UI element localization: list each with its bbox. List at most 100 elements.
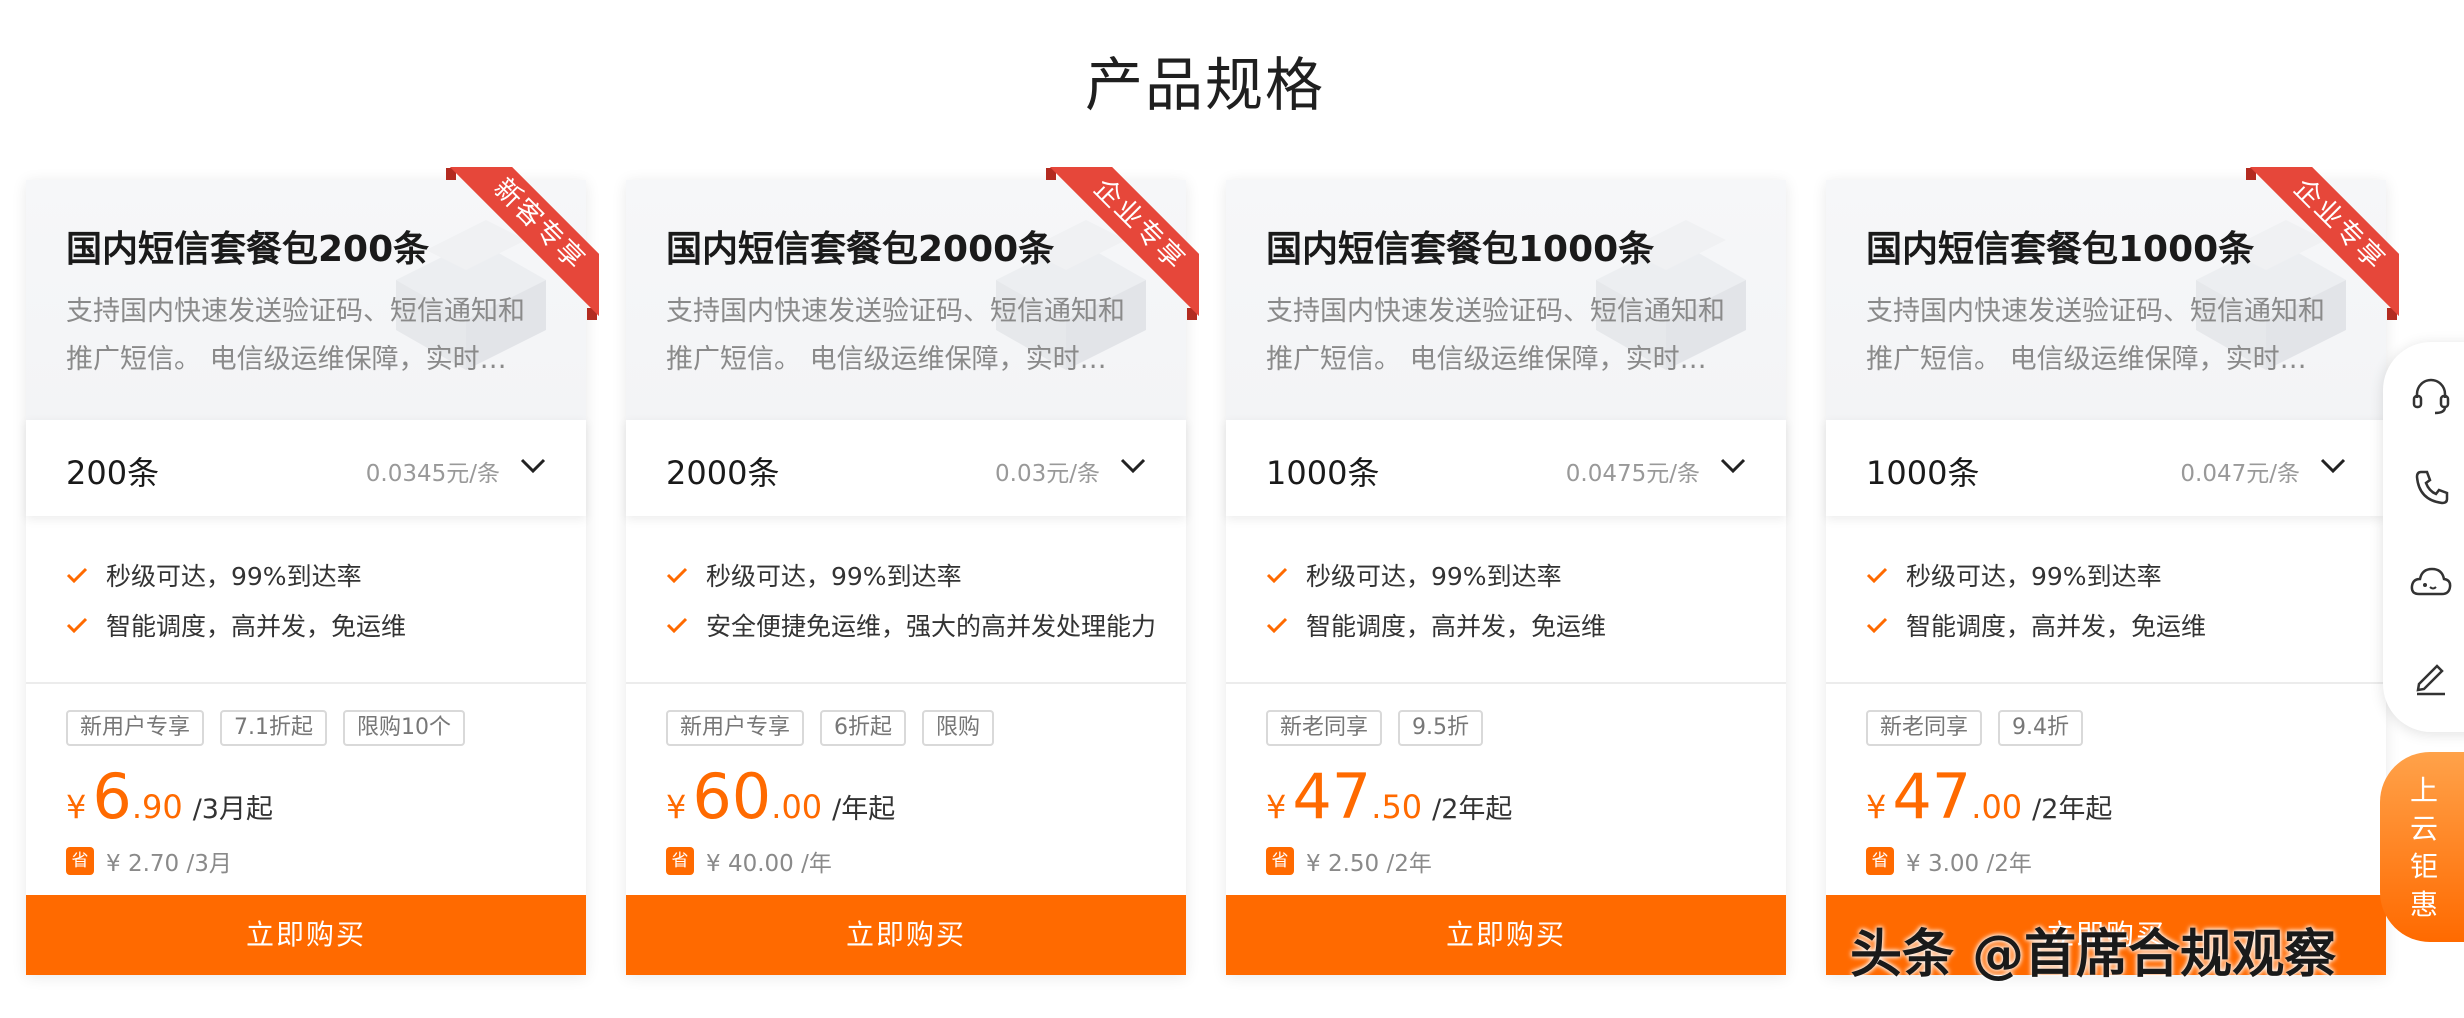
spec-select[interactable]: 200条 0.0345元/条 bbox=[26, 420, 586, 516]
feature-text: 智能调度，高并发，免运维 bbox=[1306, 612, 1607, 641]
price-integer: 47 bbox=[1292, 760, 1372, 833]
tag: 限购10个 bbox=[343, 710, 466, 746]
ribbon-container: 新客专享 bbox=[446, 167, 599, 320]
save-badge: 省 bbox=[1266, 847, 1294, 875]
promo-label: 上云钜惠 bbox=[2409, 774, 2438, 921]
feature-text: 安全便捷免运维，强大的高并发处理能力 bbox=[706, 612, 1157, 641]
tag: 9.4折 bbox=[1998, 710, 2084, 746]
headset-icon[interactable] bbox=[2409, 374, 2453, 418]
spec-count: 200条 bbox=[66, 454, 160, 492]
check-icon bbox=[66, 567, 88, 584]
price: ¥ 6 .90 /3月起 bbox=[66, 760, 273, 833]
tag: 9.5折 bbox=[1398, 710, 1484, 746]
feature-item: 智能调度，高并发，免运维 bbox=[1266, 600, 1766, 650]
feature-item: 秒级可达，99%到达率 bbox=[1866, 550, 2366, 600]
check-icon bbox=[1866, 617, 1888, 634]
promo-ribbon: 新客专享 bbox=[447, 167, 599, 317]
page-title: 产品规格 bbox=[1084, 51, 1325, 119]
tag-list: 新老同享 9.4折 bbox=[1866, 710, 2099, 746]
savings: 省 ¥ 2.50 /2年 bbox=[1266, 844, 1432, 878]
feature-list: 秒级可达，99%到达率 智能调度，高并发，免运维 bbox=[66, 550, 566, 650]
card-title: 国内短信套餐包1000条 bbox=[1266, 229, 1655, 270]
price: ¥ 47 .00 /2年起 bbox=[1866, 760, 2112, 833]
price-decimal: .00 bbox=[771, 788, 823, 826]
divider bbox=[26, 682, 586, 684]
chevron-down-icon[interactable] bbox=[520, 456, 546, 476]
tag: 7.1折起 bbox=[220, 710, 328, 746]
price-integer: 47 bbox=[1892, 760, 1972, 833]
feature-item: 安全便捷免运维，强大的高并发处理能力 bbox=[666, 600, 1166, 650]
spec-count: 2000条 bbox=[666, 454, 780, 492]
price: ¥ 60 .00 /年起 bbox=[666, 760, 895, 833]
check-icon bbox=[1266, 617, 1288, 634]
currency-symbol: ¥ bbox=[666, 788, 687, 826]
promo-ribbon: 企业专享 bbox=[1047, 167, 1199, 317]
price-suffix: /2年起 bbox=[1432, 794, 1513, 825]
save-text: ¥ 2.70 /3月 bbox=[106, 851, 232, 877]
check-icon bbox=[666, 617, 688, 634]
tag: 限购 bbox=[922, 710, 995, 746]
feature-text: 秒级可达，99%到达率 bbox=[1906, 562, 2162, 591]
spec-select[interactable]: 2000条 0.03元/条 bbox=[626, 420, 1186, 516]
buy-now-button[interactable]: 立即购买 bbox=[1226, 895, 1786, 975]
tag: 新用户专享 bbox=[66, 710, 205, 746]
save-badge: 省 bbox=[1866, 847, 1894, 875]
edit-icon[interactable] bbox=[2409, 654, 2453, 698]
tag: 新老同享 bbox=[1866, 710, 1983, 746]
spec-select[interactable]: 1000条 0.0475元/条 bbox=[1226, 420, 1786, 516]
feature-item: 秒级可达，99%到达率 bbox=[66, 550, 566, 600]
watermark: 头条 @首席合规观察 bbox=[1850, 925, 2337, 985]
save-text: ¥ 40.00 /年 bbox=[706, 851, 832, 877]
tag-list: 新用户专享 7.1折起 限购10个 bbox=[66, 710, 481, 746]
card-title: 国内短信套餐包1000条 bbox=[1866, 229, 2255, 270]
product-card: 国内短信套餐包1000条 支持国内快速发送验证码、短信通知和推广短信。 电信级运… bbox=[1826, 167, 2399, 975]
spec-select[interactable]: 1000条 0.047元/条 bbox=[1826, 420, 2386, 516]
phone-icon[interactable] bbox=[2409, 466, 2453, 510]
floating-toolbar bbox=[2383, 342, 2464, 732]
currency-symbol: ¥ bbox=[66, 788, 87, 826]
check-icon bbox=[666, 567, 688, 584]
tag-list: 新老同享 9.5折 bbox=[1266, 710, 1499, 746]
promo-ribbon: 企业专享 bbox=[2247, 167, 2399, 317]
price-decimal: .50 bbox=[1371, 788, 1423, 826]
chevron-down-icon[interactable] bbox=[2320, 456, 2346, 476]
buy-now-button[interactable]: 立即购买 bbox=[626, 895, 1186, 975]
save-text: ¥ 2.50 /2年 bbox=[1306, 851, 1432, 877]
card-description: 支持国内快速发送验证码、短信通知和推广短信。 电信级运维保障，实时… bbox=[1266, 296, 1725, 375]
product-card: 国内短信套餐包1000条 支持国内快速发送验证码、短信通知和推广短信。 电信级运… bbox=[1226, 180, 1786, 975]
check-icon bbox=[1866, 567, 1888, 584]
promo-tab[interactable]: 上云钜惠 bbox=[2380, 752, 2464, 942]
chevron-down-icon[interactable] bbox=[1120, 456, 1146, 476]
spec-count: 1000条 bbox=[1266, 454, 1380, 492]
divider bbox=[626, 682, 1186, 684]
check-icon bbox=[1266, 567, 1288, 584]
check-icon bbox=[66, 617, 88, 634]
price-suffix: /年起 bbox=[832, 794, 896, 825]
feature-item: 秒级可达，99%到达率 bbox=[1266, 550, 1766, 600]
card-title: 国内短信套餐包2000条 bbox=[666, 229, 1055, 270]
feature-text: 智能调度，高并发，免运维 bbox=[106, 612, 407, 641]
feature-item: 智能调度，高并发，免运维 bbox=[1866, 600, 2366, 650]
card-title: 国内短信套餐包200条 bbox=[66, 229, 430, 270]
savings: 省 ¥ 40.00 /年 bbox=[666, 844, 832, 878]
unit-price: 0.03元/条 bbox=[995, 461, 1100, 487]
card-header: 国内短信套餐包1000条 支持国内快速发送验证码、短信通知和推广短信。 电信级运… bbox=[1226, 180, 1786, 420]
feature-item: 秒级可达，99%到达率 bbox=[666, 550, 1166, 600]
chevron-down-icon[interactable] bbox=[1720, 456, 1746, 476]
spec-count: 1000条 bbox=[1866, 454, 1980, 492]
currency-symbol: ¥ bbox=[1266, 788, 1287, 826]
cloud-chat-icon[interactable] bbox=[2409, 560, 2453, 604]
buy-now-button[interactable]: 立即购买 bbox=[26, 895, 586, 975]
price-suffix: /3月起 bbox=[192, 794, 273, 825]
unit-price: 0.047元/条 bbox=[2180, 461, 2300, 487]
save-text: ¥ 3.00 /2年 bbox=[1906, 851, 2032, 877]
feature-text: 秒级可达，99%到达率 bbox=[706, 562, 962, 591]
price-decimal: .00 bbox=[1971, 788, 2023, 826]
product-card: 国内短信套餐包2000条 支持国内快速发送验证码、短信通知和推广短信。 电信级运… bbox=[626, 167, 1199, 975]
save-badge: 省 bbox=[66, 847, 94, 875]
ribbon-container: 企业专享 bbox=[1046, 167, 1199, 320]
feature-item: 智能调度，高并发，免运维 bbox=[66, 600, 566, 650]
price-suffix: /2年起 bbox=[2032, 794, 2113, 825]
unit-price: 0.0345元/条 bbox=[365, 461, 500, 487]
price-integer: 60 bbox=[692, 760, 772, 833]
